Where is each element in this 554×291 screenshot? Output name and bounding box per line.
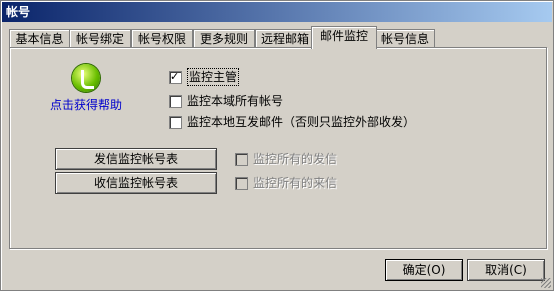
monitor-domain-accounts-checkbox[interactable]: [169, 94, 182, 108]
help-link-text[interactable]: 点击获得帮助: [41, 96, 131, 113]
monitor-local-mail-label[interactable]: 监控本地互发邮件（否则只监控外部收发）: [187, 114, 415, 130]
send-monitor-list-button[interactable]: 发信监控帐号表: [55, 148, 217, 170]
monitor-local-mail-checkbox[interactable]: [169, 115, 182, 129]
monitor-admin-label[interactable]: 监控主管: [187, 68, 240, 86]
monitor-admin-option[interactable]: 监控主管: [169, 68, 240, 86]
monitor-all-received-label: 监控所有的来信: [253, 176, 338, 190]
resize-grip-icon[interactable]: [541, 278, 551, 288]
receive-monitor-list-button[interactable]: 收信监控帐号表: [55, 172, 217, 194]
ok-button[interactable]: 确定(O): [385, 259, 463, 281]
tab-basic-info[interactable]: 基本信息: [9, 29, 70, 48]
monitor-admin-checkbox[interactable]: [169, 69, 182, 85]
help-logo-icon: [72, 64, 100, 92]
monitor-local-mail-option[interactable]: 监控本地互发邮件（否则只监控外部收发）: [169, 114, 415, 130]
tab-more-rules[interactable]: 更多规则: [193, 29, 255, 48]
monitor-all-sent-label: 监控所有的发信: [253, 152, 338, 166]
tab-account-binding[interactable]: 帐号绑定: [69, 29, 131, 48]
monitor-domain-accounts-option[interactable]: 监控本域所有帐号: [169, 93, 283, 109]
monitor-domain-accounts-label[interactable]: 监控本域所有帐号: [187, 93, 283, 109]
window-title: 帐号: [6, 5, 31, 19]
monitor-all-received-checkbox: [235, 176, 248, 190]
monitor-all-received-option: 监控所有的来信: [235, 175, 337, 191]
monitor-all-sent-option: 监控所有的发信: [235, 151, 337, 167]
tab-remote-mailbox[interactable]: 远程邮箱: [255, 29, 315, 48]
tab-account-permissions[interactable]: 帐号权限: [131, 29, 193, 48]
monitor-all-sent-checkbox: [235, 152, 248, 166]
tab-mail-monitor[interactable]: 邮件监控: [311, 26, 377, 49]
title-bar: 帐号: [2, 2, 552, 22]
tab-account-info[interactable]: 帐号信息: [375, 29, 435, 48]
cancel-button[interactable]: 取消(C): [467, 259, 545, 281]
account-dialog: 帐号 基本信息 帐号绑定 帐号权限 更多规则 远程邮箱 邮件监控 帐号信息 点击…: [0, 0, 554, 291]
help-link[interactable]: 点击获得帮助: [41, 64, 131, 113]
